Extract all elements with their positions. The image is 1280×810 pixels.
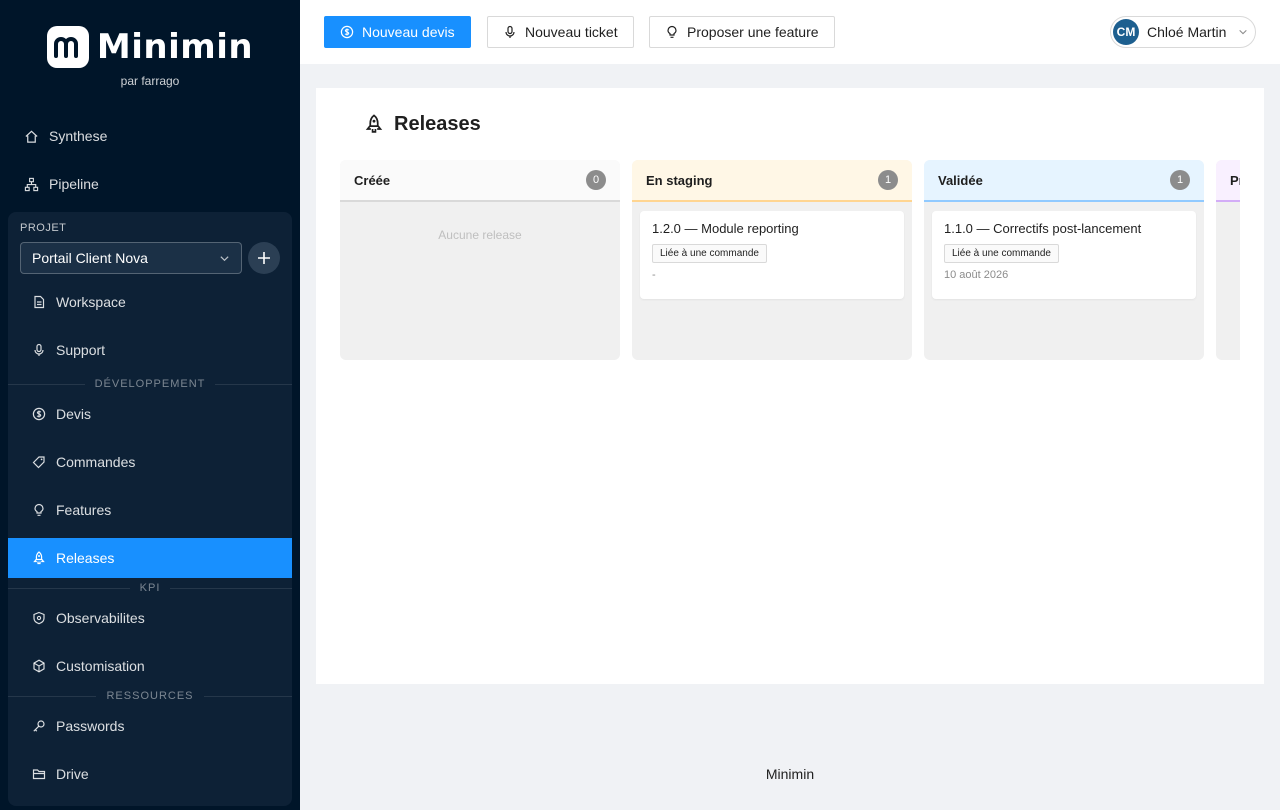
column-title: Validée [938,172,983,188]
user-name: Chloé Martin [1147,24,1227,40]
board-column-staging: En staging 1 1.2.0 — Module reporting Li… [632,160,912,360]
sidebar: Minimin par farrago Synthese Pipeline PR… [0,0,300,810]
sidebar-item-synthese[interactable]: Synthese [24,124,107,148]
sidebar-item-support[interactable]: Support [8,330,292,370]
release-title: 1.2.0 — Module reporting [652,221,799,236]
sidebar-item-releases[interactable]: Releases [8,538,292,578]
logo-mark-icon [46,26,89,68]
new-quote-button[interactable]: Nouveau devis [324,16,471,48]
sidebar-item-label: Customisation [56,658,145,674]
page-title-text: Releases [394,112,481,135]
rocket-icon [365,114,383,133]
column-header: Validée 1 [924,160,1204,202]
sidebar-item-observabilites[interactable]: Observabilites [8,598,292,638]
add-project-button[interactable] [248,242,280,274]
brand-name: Minimin [96,27,254,67]
sidebar-item-label: Features [56,502,112,518]
new-ticket-button[interactable]: Nouveau ticket [487,16,634,48]
sidebar-item-workspace[interactable]: Workspace [8,282,292,322]
board-column-created: Créée 0 Aucune release [340,160,620,360]
sidebar-item-drive[interactable]: Drive [8,754,292,794]
release-date: 10 août 2026 [944,269,1009,281]
project-select-value: Portail Client Nova [32,250,148,266]
project-panel: PROJET Portail Client Nova Workspace Sup… [8,212,292,806]
sidebar-item-label: Pipeline [49,176,99,192]
column-count-badge: 0 [586,170,606,190]
chevron-down-icon [1239,29,1248,35]
order-link-tag: Liée à une commande [652,244,767,263]
rocket-icon [33,551,45,565]
section-divider-dev: DÉVELOPPEMENT [8,378,292,390]
sidebar-item-devis[interactable]: Devis [8,394,292,434]
section-label: RESSOURCES [106,690,194,702]
release-card[interactable]: 1.1.0 — Correctifs post-lancement Liée à… [932,211,1196,299]
bulb-icon [667,25,677,38]
sitemap-icon [24,177,39,191]
propose-feature-button[interactable]: Proposer une feature [649,16,835,48]
microphone-icon [34,343,44,356]
bulb-icon [34,503,44,516]
sidebar-item-label: Support [56,342,106,358]
file-icon [34,295,45,309]
new-quote-label: Nouveau devis [362,24,455,40]
sidebar-item-label: Commandes [56,454,136,470]
chevron-down-icon [220,255,229,261]
tag-icon [32,456,45,469]
section-label: KPI [139,582,161,594]
microphone-icon [505,25,515,38]
brand-subtitle: par farrago [120,74,180,88]
column-header: Pr [1216,160,1240,202]
section-divider-kpi: KPI [8,582,292,594]
project-label: PROJET [20,222,67,234]
key-icon [33,720,45,732]
section-label: DÉVELOPPEMENT [94,378,206,390]
avatar: CM [1113,19,1139,45]
sidebar-item-pipeline[interactable]: Pipeline [24,172,99,196]
footer: Minimin [765,766,815,782]
sidebar-item-label: Passwords [56,718,125,734]
sidebar-item-features[interactable]: Features [8,490,292,530]
release-board: Créée 0 Aucune release En staging 1 1.2.… [340,160,1240,360]
sidebar-item-label: Observabilites [56,610,145,626]
folder-icon [32,769,46,780]
project-select[interactable]: Portail Client Nova [20,242,242,274]
order-link-tag: Liée à une commande [944,244,1059,263]
dollar-icon [340,25,354,39]
home-icon [25,130,38,143]
dollar-icon [32,407,46,421]
plus-icon [258,252,270,264]
eye-icon [33,611,45,625]
releases-card: Releases Créée 0 Aucune release En stagi… [316,88,1264,684]
column-count-badge: 1 [1170,170,1190,190]
release-date: - [652,269,656,281]
column-title: Créée [354,172,391,188]
column-count-badge: 1 [878,170,898,190]
page-title: Releases [364,112,481,136]
sidebar-item-commandes[interactable]: Commandes [8,442,292,482]
release-card[interactable]: 1.2.0 — Module reporting Liée à une comm… [640,211,904,299]
column-title: En staging [646,172,713,188]
release-title: 1.1.0 — Correctifs post-lancement [944,221,1142,236]
sidebar-item-customisation[interactable]: Customisation [8,646,292,686]
sidebar-item-passwords[interactable]: Passwords [8,706,292,746]
sidebar-item-label: Releases [56,550,115,566]
column-header: En staging 1 [632,160,912,202]
column-header: Créée 0 [340,160,620,202]
board-column-production: Pr [1216,160,1240,360]
top-header: Nouveau devis Nouveau ticket Proposer un… [300,0,1280,64]
propose-feature-label: Proposer une feature [687,24,819,40]
board-column-validated: Validée 1 1.1.0 — Correctifs post-lancem… [924,160,1204,360]
brand-logo[interactable]: Minimin par farrago [0,24,300,88]
user-menu[interactable]: CM Chloé Martin [1110,16,1256,48]
sidebar-item-label: Drive [56,766,89,782]
new-ticket-label: Nouveau ticket [525,24,618,40]
empty-state: Aucune release [438,228,522,242]
sidebar-item-label: Workspace [56,294,126,310]
sidebar-item-label: Devis [56,406,92,422]
section-divider-resources: RESSOURCES [8,690,292,702]
sidebar-item-label: Synthese [49,128,108,144]
settings-icon [33,659,45,673]
column-title: Pr [1230,172,1240,188]
